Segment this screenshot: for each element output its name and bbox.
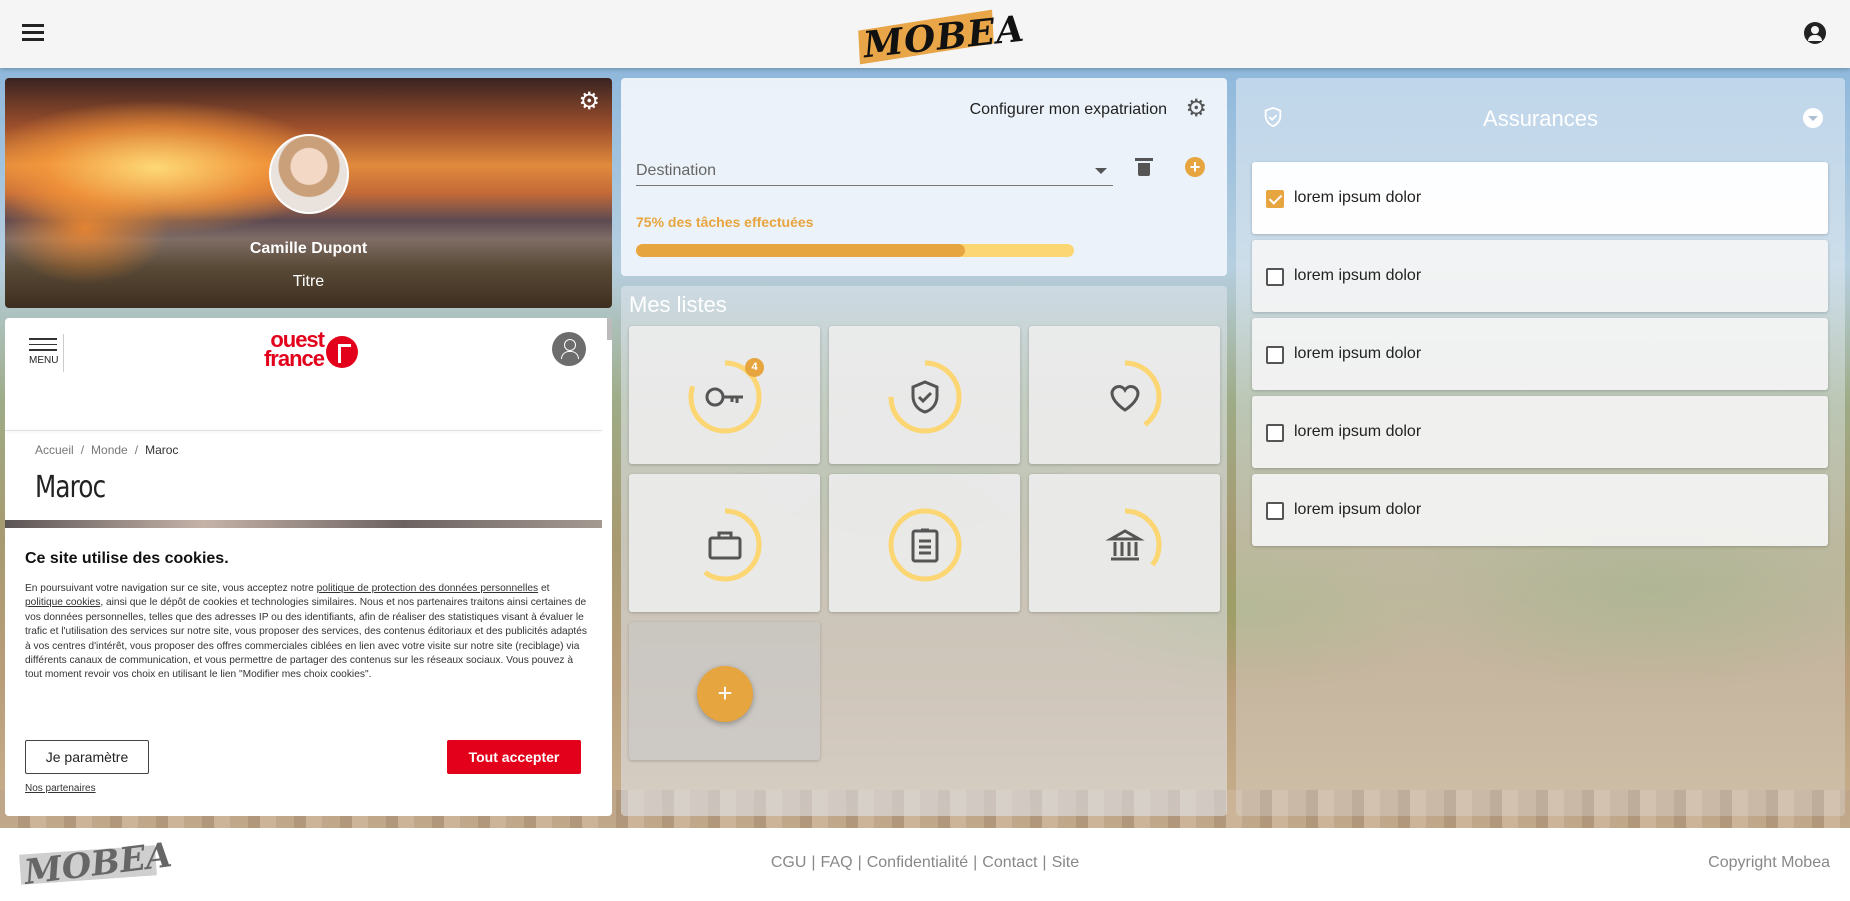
cookie-settings-button[interactable]: Je paramètre: [25, 740, 149, 774]
list-tile-health[interactable]: [1029, 326, 1220, 464]
account-circle-icon[interactable]: [1804, 22, 1826, 44]
chevron-down-icon[interactable]: [1803, 108, 1823, 128]
shield-check-icon: [888, 360, 962, 434]
footer: MOBEA CGU | FAQ | Confidentialité | Contact | Si…: [0, 828, 1850, 901]
ouest-france-logo-text: ouest france: [263, 327, 325, 371]
cookie-text-part: , ainsi que le dépôt de cookies et techn…: [25, 597, 587, 681]
insurances-panel: Assurances lorem ipsum dolor lorem ipsum…: [1236, 78, 1845, 816]
footer-link-privacy[interactable]: Confidentialité: [867, 854, 968, 871]
footer-link-cgu[interactable]: CGU: [771, 854, 807, 871]
footer-link-faq[interactable]: FAQ: [821, 854, 853, 871]
insurances-title: Assurances: [1483, 106, 1598, 131]
insurance-item: lorem ipsum dolor: [1252, 318, 1828, 390]
insurance-checkbox[interactable]: [1266, 268, 1284, 286]
gear-icon[interactable]: ⚙: [578, 90, 600, 114]
breadcrumb: Accueil / Monde / Maroc: [35, 443, 179, 457]
insurance-item: lorem ipsum dolor: [1252, 162, 1828, 234]
footer-links: CGU | FAQ | Confidentialité | Contact | Site: [770, 854, 1080, 871]
lists-title: Mes listes: [629, 292, 727, 317]
insurance-item: lorem ipsum dolor: [1252, 474, 1828, 546]
breadcrumb-accueil[interactable]: Accueil: [35, 443, 74, 457]
destination-select[interactable]: Destination: [636, 156, 1113, 186]
ouest-france-logo[interactable]: ouest france: [250, 327, 362, 372]
cookie-text: En poursuivant votre navigation sur ce s…: [25, 582, 590, 683]
list-tile-documents[interactable]: [829, 474, 1020, 612]
heart-icon: [1088, 360, 1162, 434]
briefcase-icon: [688, 508, 762, 582]
site-menu-button[interactable]: MENU: [29, 338, 63, 366]
partners-link[interactable]: Nos partenaires: [25, 783, 96, 794]
divider: [5, 430, 602, 431]
add-list-button[interactable]: +: [697, 666, 753, 722]
progress-bar-fill: [636, 244, 965, 257]
list-tile-security[interactable]: [829, 326, 1020, 464]
gear-icon[interactable]: ⚙: [1185, 97, 1207, 121]
cookie-policy-link[interactable]: politique cookies: [25, 597, 100, 608]
breadcrumb-current: Maroc: [145, 443, 179, 457]
list-badge: 4: [745, 358, 764, 377]
cookie-text-part: et: [538, 583, 550, 594]
embedded-site-panel: MENU ouest france Accueil / Monde / Maroc Ma…: [5, 318, 612, 816]
insurance-label: lorem ipsum dolor: [1294, 345, 1422, 362]
menu-icon[interactable]: [22, 24, 44, 42]
progress-bar: [636, 244, 1074, 257]
insurance-checkbox[interactable]: [1266, 190, 1284, 208]
config-label: Configurer mon expatriation: [969, 101, 1167, 118]
insurance-item: lorem ipsum dolor: [1252, 396, 1828, 468]
insurance-checkbox[interactable]: [1266, 424, 1284, 442]
bank-icon: [1088, 508, 1162, 582]
insurance-checkbox[interactable]: [1266, 346, 1284, 364]
expatriation-config-card: Configurer mon expatriation ⚙ Destinatio…: [621, 78, 1227, 276]
list-tile-work[interactable]: [629, 474, 820, 612]
footer-link-contact[interactable]: Contact: [982, 854, 1037, 871]
top-app-bar: MOBEA: [0, 0, 1850, 68]
privacy-policy-link[interactable]: politique de protection des données pers…: [317, 583, 538, 594]
trash-icon[interactable]: [1135, 158, 1153, 176]
page-title: Maroc: [35, 470, 106, 505]
insurance-label: lorem ipsum dolor: [1294, 189, 1422, 206]
site-menu-label: MENU: [29, 354, 59, 366]
my-lists-panel: Mes listes 4 +: [621, 286, 1227, 816]
scrollbar-thumb[interactable]: [607, 318, 612, 340]
list-tile-keys[interactable]: 4: [629, 326, 820, 464]
progress-label: 75% des tâches effectuées: [636, 214, 814, 230]
insurance-label: lorem ipsum dolor: [1294, 267, 1422, 284]
add-list-tile: +: [629, 622, 820, 760]
mobea-logo[interactable]: MOBEA: [855, 8, 1027, 66]
insurance-item: lorem ipsum dolor: [1252, 240, 1828, 312]
insurance-label: lorem ipsum dolor: [1294, 423, 1422, 440]
profile-name: Camille Dupont: [249, 240, 368, 257]
avatar: [269, 134, 349, 214]
article-image: [5, 520, 602, 528]
clipboard-icon: [888, 508, 962, 582]
divider: [63, 334, 64, 372]
cookie-title: Ce site utilise des cookies.: [25, 550, 229, 567]
add-destination-button[interactable]: +: [1185, 157, 1205, 177]
cookie-text-part: En poursuivant votre navigation sur ce s…: [25, 583, 317, 594]
list-tile-bank[interactable]: [1029, 474, 1220, 612]
insurance-checkbox[interactable]: [1266, 502, 1284, 520]
destination-placeholder: Destination: [636, 162, 717, 179]
logo-text: MOBEA: [861, 7, 1027, 67]
chevron-down-icon: [1095, 168, 1107, 174]
copyright: Copyright Mobea: [1708, 854, 1830, 871]
ouest-france-logo-mark: [326, 336, 358, 368]
breadcrumb-monde[interactable]: Monde: [91, 443, 128, 457]
accept-all-button[interactable]: Tout accepter: [447, 740, 581, 774]
footer-link-site[interactable]: Site: [1052, 854, 1080, 871]
site-user-icon[interactable]: [552, 332, 586, 366]
profile-card: ⚙ Camille Dupont Titre: [5, 78, 612, 308]
profile-title: Titre: [292, 273, 325, 290]
insurance-label: lorem ipsum dolor: [1294, 501, 1422, 518]
